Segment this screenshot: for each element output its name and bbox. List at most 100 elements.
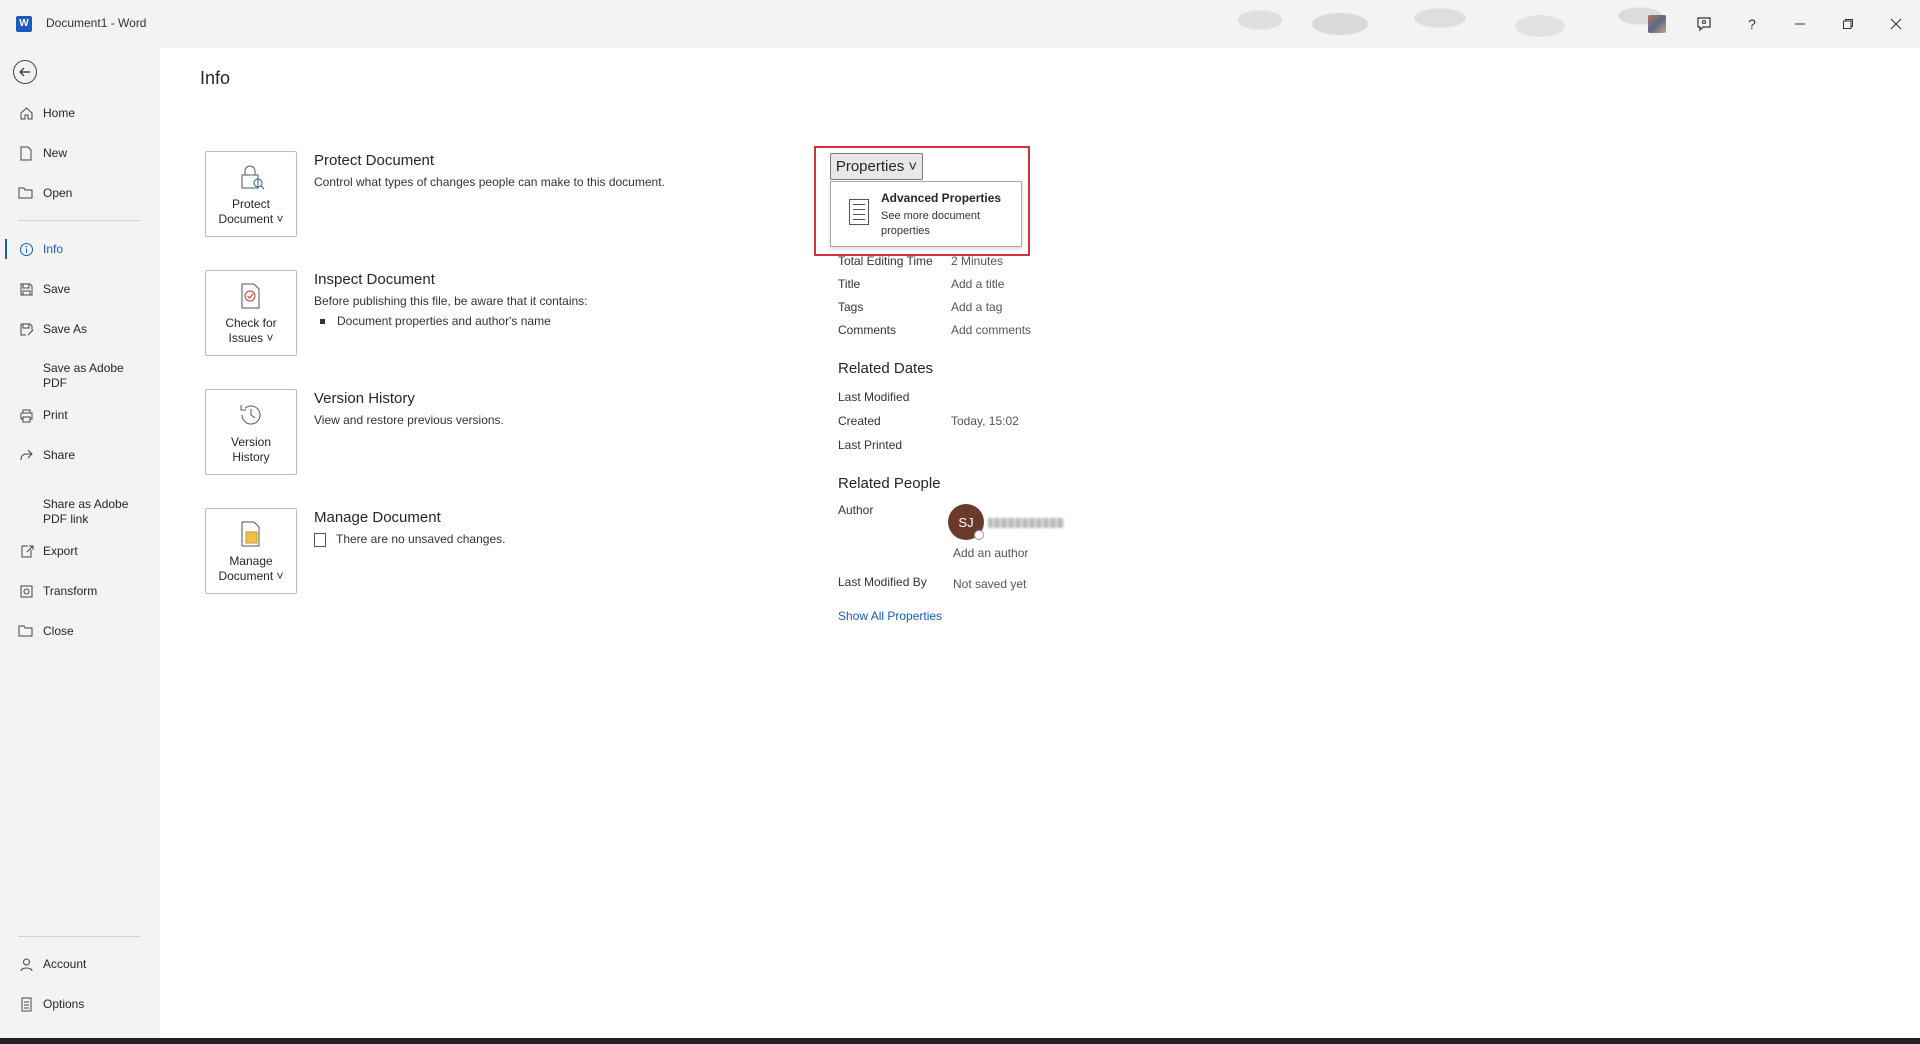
save-as-icon [18,321,34,337]
version-history-section: Version History View and restore previou… [314,390,504,427]
export-icon [18,543,34,559]
card-label: Check for [225,316,277,330]
inspect-bullet-item: Document properties and author's name [314,314,588,328]
sidebar-item-share-adobe-pdf-link[interactable]: Share as Adobe PDF link [0,494,160,530]
sidebar-item-label: Open [43,185,73,200]
manage-document-icon [236,519,266,549]
sidebar-item-options[interactable]: Options [0,989,160,1019]
manage-document-section: Manage Document There are no unsaved cha… [314,509,505,547]
window-title: Document1 - Word [46,16,147,30]
prop-label: Last Printed [838,438,903,452]
avatar[interactable]: SJ [948,504,984,540]
history-clock-icon [236,400,266,430]
prop-label: Tags [838,300,864,314]
related-dates-heading: Related Dates [838,360,934,377]
sidebar-item-label: Save As [43,321,88,336]
version-history-button[interactable]: Version History [205,389,297,475]
menu-item-title: Advanced Properties [881,191,1002,205]
protect-document-section: Protect Document Control what types of c… [314,152,665,189]
card-label: Manage [229,554,273,568]
sidebar-item-label: Close [43,623,74,638]
restore-icon[interactable] [1836,12,1860,36]
prop-value: Today, 15:02 [951,414,1019,428]
section-description: Before publishing this file, be aware th… [314,294,588,308]
sidebar-item-transform[interactable]: Transform [0,576,160,606]
properties-dropdown-button[interactable]: Properties ˅ [830,153,923,180]
sidebar-item-account[interactable]: Account [0,949,160,979]
sidebar-item-label: Share [43,447,76,462]
profile-picture-icon[interactable] [1645,12,1669,36]
taskbar-edge [0,1038,1920,1044]
prop-value: 2 Minutes [951,254,1004,268]
help-icon[interactable]: ? [1740,12,1764,36]
share-icon [18,447,34,463]
sidebar-item-home[interactable]: Home [0,98,160,128]
sidebar-item-save[interactable]: Save [0,274,160,304]
sidebar-item-share[interactable]: Share [0,440,160,470]
card-label: Protect [231,197,270,211]
section-description: Control what types of changes people can… [314,175,665,189]
tags-field[interactable]: Add a tag [951,300,1002,314]
manage-document-button[interactable]: Manage Document ˅ [205,508,297,594]
sidebar-item-new[interactable]: New [0,138,160,168]
print-icon [18,407,34,423]
sidebar-item-save-as-adobe-pdf[interactable]: Save as Adobe PDF [0,358,160,394]
card-label: Issues ˅ [228,331,274,345]
section-heading: Version History [314,390,415,407]
advanced-properties-menu-item[interactable]: Advanced Properties See more document pr… [830,181,1022,247]
sidebar-item-label: Save [43,281,71,296]
title-field[interactable]: Add a title [951,277,1004,291]
show-all-properties-link[interactable]: Show All Properties [838,609,942,623]
prop-label: Title [838,277,861,291]
title-bar-background-art [1210,0,1690,48]
prop-label: Comments [838,323,897,337]
related-people-heading: Related People [838,475,941,492]
sidebar-item-print[interactable]: Print [0,400,160,430]
prop-label: Last Modified [838,390,910,404]
avatar-initials: SJ [958,514,974,530]
sidebar-divider [18,936,140,937]
section-description: There are no unsaved changes. [336,532,506,546]
title-bar: W Document1 - Word ? [0,0,1920,48]
sidebar-item-label: Save as Adobe PDF [43,361,124,390]
prop-label: Created [838,414,881,428]
transform-icon [18,583,34,599]
card-label: Document ˅ [218,569,284,583]
check-for-issues-button[interactable]: Check for Issues ˅ [205,270,297,356]
info-pane: Info Protect Document ˅ Protect Document … [160,48,1920,1038]
add-author-link[interactable]: Add an author [953,546,1028,560]
new-document-icon [18,145,34,161]
save-icon [18,281,34,297]
section-heading: Protect Document [314,152,435,169]
account-icon [18,956,34,972]
sidebar-item-label: Info [43,241,64,256]
sidebar-item-export[interactable]: Export [0,536,160,566]
back-arrow-icon[interactable] [13,60,37,84]
options-icon [18,996,34,1012]
sidebar-item-label: Export [43,543,78,558]
sidebar-item-label: Home [43,105,76,120]
close-folder-icon [18,623,34,639]
section-heading: Inspect Document [314,271,435,288]
inspect-document-icon [236,281,266,311]
card-label: Document ˅ [218,212,284,226]
folder-open-icon [18,185,34,201]
menu-item-description: See more document properties [881,210,981,237]
sidebar-item-open[interactable]: Open [0,178,160,208]
sidebar-item-close[interactable]: Close [0,616,160,646]
comments-field[interactable]: Add comments [951,323,1031,337]
protect-document-button[interactable]: Protect Document ˅ [205,151,297,237]
minimize-icon[interactable] [1788,12,1812,36]
close-icon[interactable] [1884,12,1908,36]
sidebar-item-save-as[interactable]: Save As [0,314,160,344]
prop-value: Not saved yet [953,577,1027,591]
section-heading: Manage Document [314,509,441,526]
document-icon [314,532,326,547]
sidebar-item-label: Account [43,956,87,971]
presence-icon [974,530,984,540]
word-logo-icon: W [16,16,32,32]
lock-icon [236,162,266,192]
sidebar-item-info[interactable]: Info [0,234,160,264]
sidebar-item-label: Transform [43,583,98,598]
feedback-icon[interactable] [1692,12,1716,36]
